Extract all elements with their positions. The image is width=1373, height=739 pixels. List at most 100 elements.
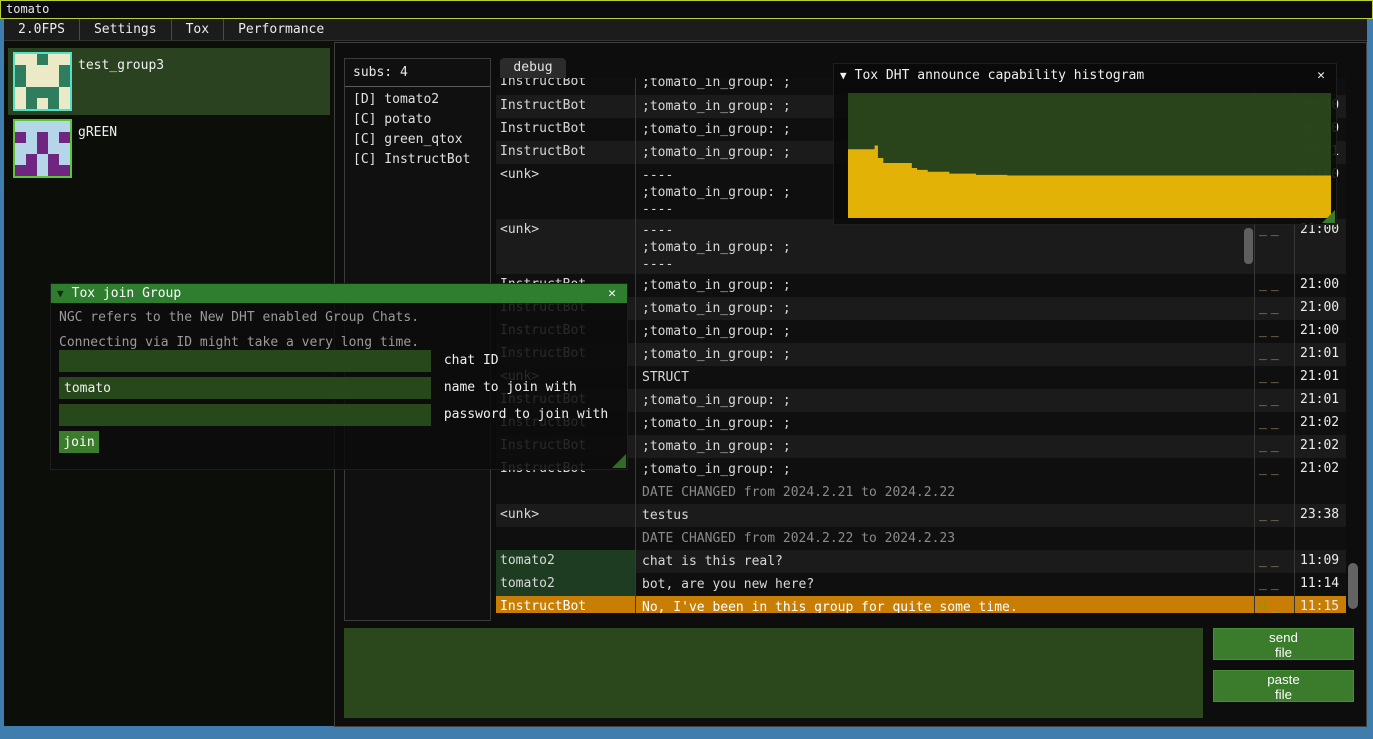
message-status-indicators: __ — [1255, 504, 1295, 527]
message-timestamp: 23:38 — [1295, 504, 1344, 527]
join-name-field[interactable] — [59, 377, 431, 399]
status-indicator: _ — [1259, 576, 1271, 591]
menu-item-tox[interactable]: Tox — [172, 19, 223, 40]
chat-scrollbar-thumb[interactable] — [1348, 563, 1358, 609]
chat-id-label: chat ID — [444, 350, 499, 372]
avatar-cell — [15, 132, 26, 143]
member-item[interactable]: [C] green_qtox — [353, 130, 490, 150]
date-separator-row[interactable]: DATE CHANGED from 2024.2.22 to 2024.2.23 — [496, 527, 1346, 550]
join-name-label: name to join with — [444, 377, 577, 399]
resize-grip-icon[interactable] — [1322, 210, 1335, 223]
paste-file-button[interactable]: paste file — [1213, 670, 1354, 702]
dht-histogram-title: Tox DHT announce capability histogram — [855, 68, 1312, 83]
group-list: test_group3gREEN — [8, 48, 330, 182]
join-password-field[interactable] — [59, 404, 431, 426]
close-icon[interactable]: ✕ — [1312, 68, 1330, 83]
avatar-cell — [59, 87, 70, 98]
message-timestamp: 21:02 — [1295, 458, 1344, 481]
status-indicator: _ — [1271, 461, 1283, 476]
avatar-cell — [26, 98, 37, 109]
dht-histogram-area — [848, 93, 1331, 218]
message-status-indicators — [1255, 481, 1295, 504]
status-indicator: _ — [1271, 576, 1283, 591]
message-status-indicators: __ — [1255, 274, 1295, 297]
member-item[interactable]: [C] potato — [353, 110, 490, 130]
status-indicator: _ — [1259, 277, 1271, 292]
tab-debug[interactable]: debug — [500, 58, 566, 78]
member-item[interactable]: [D] tomato2 — [353, 90, 490, 110]
menu-item-settings[interactable]: Settings — [80, 19, 171, 40]
status-indicator: _ — [1271, 323, 1283, 338]
close-icon[interactable]: ✕ — [603, 286, 621, 301]
avatar-cell — [26, 154, 37, 165]
message-author — [496, 527, 636, 550]
chat-message-row[interactable]: tomato2bot, are you new here?__11:14 — [496, 573, 1346, 596]
message-text: ;tomato_in_group: ; — [636, 458, 1255, 481]
join-button[interactable]: join — [59, 431, 99, 453]
message-author — [496, 481, 636, 504]
delivered-indicator: d — [1259, 599, 1271, 613]
group-avatar — [13, 52, 72, 111]
message-author: <unk> — [496, 164, 636, 219]
message-author: <unk> — [496, 504, 636, 527]
status-indicator: _ — [1259, 461, 1271, 476]
join-group-titlebar[interactable]: ▼ Tox join Group ✕ — [51, 284, 627, 303]
chat-message-row[interactable]: <unk>---- ;tomato_in_group: ; ----__21:0… — [496, 219, 1346, 274]
chat-message-row[interactable]: InstructBotNo, I've been in this group f… — [496, 596, 1346, 613]
resize-grip-icon[interactable] — [612, 454, 626, 468]
message-author: <unk> — [496, 219, 636, 274]
subs-count-label: subs: 4 — [353, 65, 490, 80]
message-timestamp: 11:09 — [1295, 550, 1344, 573]
avatar-cell — [59, 65, 70, 76]
fps-indicator: 2.0FPS — [4, 19, 79, 40]
avatar-cell — [48, 165, 59, 176]
message-status-indicators: __ — [1255, 412, 1295, 435]
message-timestamp: 11:15 — [1295, 596, 1344, 613]
avatar-cell — [37, 154, 48, 165]
member-item[interactable]: [C] InstructBot — [353, 150, 490, 170]
message-text: No, I've been in this group for quite so… — [636, 596, 1255, 613]
message-status-indicators: __ — [1255, 343, 1295, 366]
message-text: ;tomato_in_group: ; — [636, 297, 1255, 320]
avatar-cell — [37, 165, 48, 176]
status-indicator: _ — [1271, 553, 1283, 568]
avatar-cell — [15, 154, 26, 165]
group-item-test_group3[interactable]: test_group3 — [8, 48, 330, 115]
chat-message-row[interactable]: <unk>testus__23:38 — [496, 504, 1346, 527]
message-status-indicators: __ — [1255, 550, 1295, 573]
collapse-arrow-icon[interactable]: ▼ — [840, 69, 847, 82]
menu-bar: 2.0FPSSettingsToxPerformance — [4, 19, 1367, 41]
avatar-cell — [15, 143, 26, 154]
avatar-cell — [59, 76, 70, 87]
window-title-bar[interactable]: tomato — [0, 0, 1373, 19]
message-status-indicators: d_ — [1255, 596, 1295, 613]
avatar-cell — [26, 132, 37, 143]
avatar-cell — [48, 154, 59, 165]
status-indicator: _ — [1259, 553, 1271, 568]
message-author: InstructBot — [496, 596, 636, 613]
dht-histogram-plot — [848, 93, 1331, 218]
chat-message-row[interactable]: tomato2chat is this real?__11:09 — [496, 550, 1346, 573]
message-text: STRUCT — [636, 366, 1255, 389]
message-timestamp: 21:01 — [1295, 366, 1344, 389]
message-status-indicators: __ — [1255, 297, 1295, 320]
dht-histogram-titlebar[interactable]: ▼ Tox DHT announce capability histogram … — [834, 64, 1336, 86]
status-indicator: _ — [1271, 507, 1283, 522]
chat-input[interactable] — [344, 628, 1203, 718]
message-status-indicators: __ — [1255, 435, 1295, 458]
avatar-cell — [15, 54, 26, 65]
status-indicator: _ — [1271, 369, 1283, 384]
member-list: [D] tomato2[C] potato[C] green_qtox[C] I… — [353, 90, 490, 170]
send-file-button[interactable]: send file — [1213, 628, 1354, 660]
group-item-gREEN[interactable]: gREEN — [8, 115, 330, 182]
collapse-arrow-icon[interactable]: ▼ — [57, 287, 64, 300]
message-timestamp: 21:02 — [1295, 412, 1344, 435]
date-separator-row[interactable]: DATE CHANGED from 2024.2.21 to 2024.2.22 — [496, 481, 1346, 504]
dht-histogram-window: ▼ Tox DHT announce capability histogram … — [833, 63, 1337, 225]
row-scrollbar-thumb[interactable] — [1244, 228, 1253, 264]
menu-item-performance[interactable]: Performance — [224, 19, 338, 40]
message-timestamp: 21:00 — [1295, 219, 1344, 274]
avatar-cell — [37, 54, 48, 65]
message-text: ;tomato_in_group: ; — [636, 435, 1255, 458]
chat-id-field[interactable] — [59, 350, 431, 372]
